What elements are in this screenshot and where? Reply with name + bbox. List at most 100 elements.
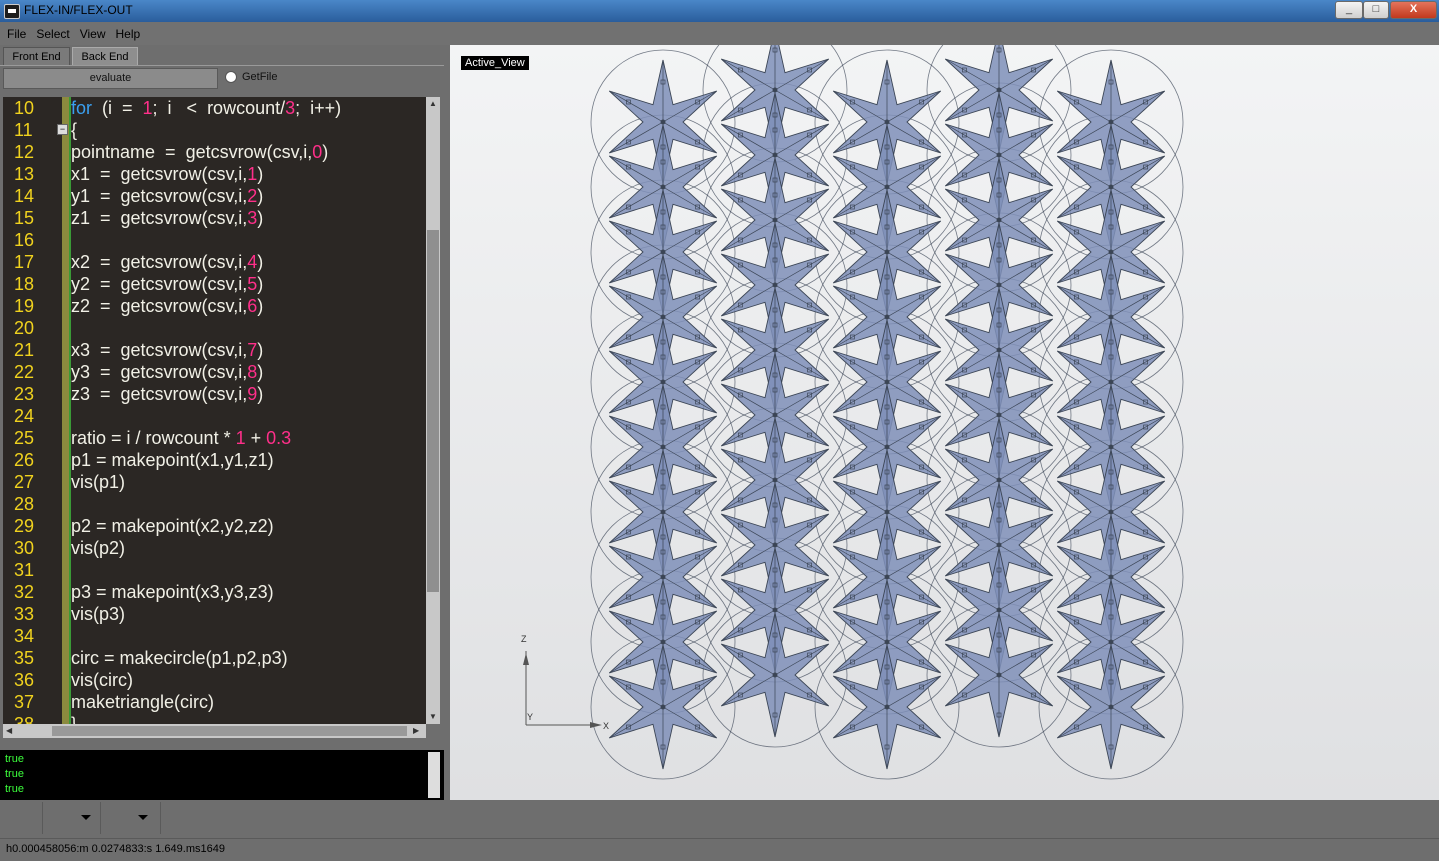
hub-point	[884, 509, 890, 515]
dropdown-arrow-icon[interactable]	[138, 815, 148, 820]
hub-point	[772, 412, 778, 418]
dropdown-arrow-icon[interactable]	[81, 815, 91, 820]
code-line: vis(circ)	[71, 670, 133, 690]
menu-view[interactable]: View	[75, 22, 111, 46]
line-number: 20	[14, 318, 35, 338]
maximize-button[interactable]: □	[1363, 1, 1389, 19]
code-line: maketriangle(circ)	[71, 692, 215, 712]
hub-point	[884, 249, 890, 255]
fold-toggle-icon[interactable]: −	[57, 124, 68, 135]
line-number: 32	[14, 582, 35, 602]
line-number: 11	[14, 120, 33, 140]
line-number: 16	[14, 230, 35, 250]
code-line: vis(p1)	[71, 472, 126, 492]
output-console: true true true	[0, 750, 444, 800]
line-number: 19	[14, 296, 35, 316]
getfile-radio[interactable]	[225, 71, 237, 83]
code-line: p2 = makepoint(x2,y2,z2)	[71, 516, 274, 536]
hub-point	[772, 607, 778, 613]
hub-point	[660, 379, 666, 385]
hub-point	[660, 509, 666, 515]
hub-point	[1108, 184, 1114, 190]
hub-point	[996, 87, 1002, 93]
status-bar: h0.000458056:m 0.0274833:s 1.649.ms1649	[0, 838, 1439, 861]
app-icon	[4, 4, 20, 19]
code-line: x3 = getcsvrow(csv,i,7)	[71, 340, 264, 360]
geometry-canvas[interactable]: Z Y X	[450, 45, 1439, 800]
hub-point	[660, 314, 666, 320]
line-number: 13	[14, 164, 35, 184]
hub-point	[1108, 509, 1114, 515]
editor-vertical-scroll-thumb[interactable]	[427, 230, 439, 592]
code-line: x2 = getcsvrow(csv,i,4)	[71, 252, 264, 272]
hub-point	[660, 119, 666, 125]
active-view-viewport[interactable]: Active_View Z Y X	[450, 45, 1439, 800]
console-scrollbar[interactable]	[428, 752, 440, 798]
hub-point	[884, 639, 890, 645]
code-line: pointname = getcsvrow(csv,i,0)	[71, 142, 329, 162]
hub-point	[884, 379, 890, 385]
line-number: 14	[14, 186, 35, 206]
hub-point	[1108, 704, 1114, 710]
line-number: 36	[14, 670, 35, 690]
hub-point	[660, 639, 666, 645]
close-button[interactable]: X	[1390, 1, 1437, 19]
code-line: z2 = getcsvrow(csv,i,6)	[71, 296, 264, 316]
hub-point	[996, 282, 1002, 288]
line-number: 10	[14, 98, 35, 118]
line-number: 21	[14, 340, 35, 360]
line-number: 25	[14, 428, 35, 448]
code-line: vis(p2)	[71, 538, 126, 558]
hub-point	[1108, 379, 1114, 385]
menu-file[interactable]: File	[2, 22, 31, 46]
code-line: p1 = makepoint(x1,y1,z1)	[71, 450, 274, 470]
hub-point	[884, 444, 890, 450]
console-line: true	[5, 783, 24, 795]
menu-help[interactable]: Help	[111, 22, 146, 46]
hub-point	[1108, 314, 1114, 320]
tab-front-end[interactable]: Front End	[3, 47, 70, 66]
window-title: FLEX-IN/FLEX-OUT	[24, 3, 133, 17]
scroll-right-arrow-icon[interactable]: ▶	[413, 726, 419, 735]
line-number: 30	[14, 538, 35, 558]
z-axis-label: Z	[521, 634, 527, 644]
editor-horizontal-scroll-thumb[interactable]	[52, 726, 407, 736]
hub-point	[996, 152, 1002, 158]
hub-point	[772, 152, 778, 158]
hub-point	[996, 542, 1002, 548]
code-editor[interactable]: 10 11 12 13 14 15 16 17 18 19 20 21 22 23 24 25 26 27 28 29…	[3, 97, 426, 724]
hub-point	[1108, 444, 1114, 450]
axis-triad: Z Y X	[521, 634, 609, 731]
scroll-up-arrow-icon[interactable]: ▲	[429, 99, 437, 108]
line-number: 15	[14, 208, 35, 228]
x-axis-label: X	[603, 721, 609, 731]
hub-point	[772, 282, 778, 288]
hub-point	[660, 184, 666, 190]
hub-point	[996, 412, 1002, 418]
menu-select[interactable]: Select	[31, 22, 74, 46]
code-line: y3 = getcsvrow(csv,i,8)	[71, 362, 264, 382]
hub-point	[772, 347, 778, 353]
scroll-down-arrow-icon[interactable]: ▼	[429, 712, 437, 721]
x-axis-arrow	[590, 722, 602, 728]
hub-point	[884, 119, 890, 125]
evaluate-button[interactable]: evaluate	[3, 68, 218, 89]
hub-point	[772, 672, 778, 678]
scroll-left-arrow-icon[interactable]: ◀	[6, 726, 12, 735]
status-text: h0.000458056:m 0.0274833:s 1.649.ms1649	[6, 843, 225, 855]
line-number: 29	[14, 516, 35, 536]
minimize-button[interactable]: _	[1335, 1, 1363, 19]
line-number: 18	[14, 274, 35, 294]
hub-point	[772, 217, 778, 223]
hub-point	[884, 574, 890, 580]
console-line: true	[5, 753, 24, 765]
title-bar: FLEX-IN/FLEX-OUT _ □ X	[0, 0, 1439, 22]
tab-back-end[interactable]: Back End	[72, 47, 138, 66]
hub-point	[884, 184, 890, 190]
hub-point	[660, 704, 666, 710]
hub-point	[772, 477, 778, 483]
line-number: 37	[14, 692, 35, 712]
code-line: ratio = i / rowcount * 1 + 0.3	[71, 428, 292, 448]
line-number: 17	[14, 252, 35, 272]
hub-point	[996, 477, 1002, 483]
